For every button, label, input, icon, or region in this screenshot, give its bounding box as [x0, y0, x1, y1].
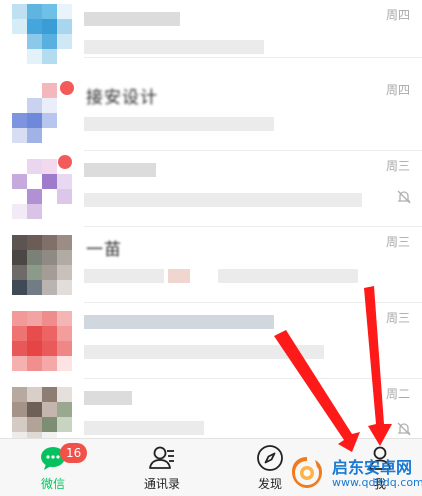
contact-name: [84, 163, 156, 177]
chat-date: 周二: [385, 387, 410, 401]
chat-item[interactable]: 周二: [0, 379, 422, 438]
watermark-logo-icon: [292, 457, 322, 488]
contacts-icon: [149, 446, 174, 469]
chat-item[interactable]: 一苗 周三: [0, 227, 422, 303]
tab-label: 微信: [40, 477, 65, 491]
chat-item[interactable]: 周三: [0, 151, 422, 227]
contact-name: [84, 315, 274, 329]
unread-badge: 16: [60, 443, 88, 463]
avatar: [12, 311, 72, 371]
mute-icon: [397, 190, 411, 204]
chat-date: 周四: [385, 8, 410, 22]
message-preview: [84, 193, 362, 207]
watermark: 启东安卓网 www.qdltdq.com: [288, 452, 422, 496]
chat-date: 周三: [385, 159, 410, 173]
compass-icon: [257, 445, 283, 471]
tab-label: 通讯录: [143, 477, 180, 491]
chat-item[interactable]: 周四: [0, 0, 422, 64]
avatar: [12, 387, 72, 438]
tab-wechat[interactable]: 16 微信: [13, 439, 93, 496]
chat-date: 周三: [385, 311, 410, 325]
chat-item[interactable]: 周三: [0, 303, 422, 379]
avatar: [12, 235, 72, 295]
contact-name: [84, 391, 132, 405]
mute-icon: [397, 422, 411, 436]
chat-list[interactable]: 周四 接安设计 周四 周三 一苗 周三 周三 周二: [0, 0, 422, 438]
watermark-url: www.qdltdq.com: [332, 476, 422, 489]
message-preview: [84, 40, 264, 54]
chat-date: 周三: [385, 235, 410, 249]
contact-name: 一苗: [86, 240, 122, 260]
message-preview: [84, 421, 204, 435]
avatar: [12, 4, 72, 64]
watermark-title: 启东安卓网: [332, 458, 413, 477]
message-preview: [84, 117, 274, 131]
chat-date: 周四: [385, 83, 410, 97]
contact-name: 接安设计: [86, 88, 158, 108]
tab-contacts[interactable]: 通讯录: [122, 439, 202, 496]
message-preview: [84, 269, 164, 283]
contact-name: [84, 12, 180, 26]
chat-item[interactable]: 接安设计 周四: [0, 75, 422, 151]
message-preview: [84, 345, 324, 359]
